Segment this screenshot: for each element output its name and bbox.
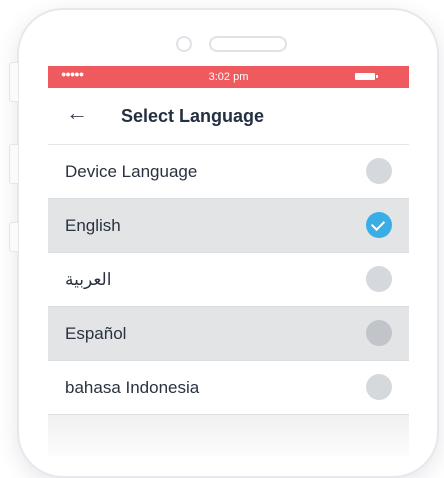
language-option-arabic[interactable]: العربية: [48, 253, 409, 307]
app-screen: ●●●●● 3:02 pm ← Select Language Device L…: [48, 66, 409, 457]
side-button: [9, 222, 18, 252]
battery-icon: [355, 73, 378, 80]
status-bar: ●●●●● 3:02 pm: [48, 66, 409, 88]
language-option-english[interactable]: English: [48, 199, 409, 253]
language-option-indonesian[interactable]: bahasa Indonesia: [48, 361, 409, 415]
side-button: [9, 62, 18, 102]
language-label: العربية: [65, 270, 112, 289]
back-arrow-icon[interactable]: ←: [66, 102, 88, 124]
language-label: bahasa Indonesia: [65, 378, 200, 397]
radio-button-icon[interactable]: [366, 320, 392, 346]
radio-button-icon[interactable]: [366, 158, 392, 184]
language-label: Español: [65, 324, 127, 343]
language-label: English: [65, 216, 121, 235]
language-option-device[interactable]: Device Language: [48, 145, 409, 199]
radio-button-icon[interactable]: [366, 266, 392, 292]
radio-checked-icon[interactable]: [366, 212, 392, 238]
speaker-grille: [209, 36, 287, 52]
language-label: Device Language: [65, 162, 198, 181]
bottom-fade: [48, 417, 409, 457]
camera-icon: [176, 36, 192, 52]
radio-button-icon[interactable]: [366, 374, 392, 400]
page-title: Select Language: [121, 106, 265, 126]
side-button: [9, 144, 18, 184]
language-option-spanish[interactable]: Español: [48, 307, 409, 361]
app-header: ← Select Language: [48, 88, 409, 145]
